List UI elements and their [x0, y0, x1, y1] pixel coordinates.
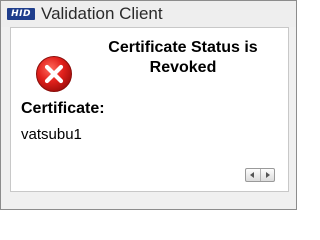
validation-client-window: HID Validation Client Certificate Status…	[0, 0, 297, 210]
window-title: Validation Client	[41, 4, 163, 23]
arrow-left-icon	[250, 172, 254, 178]
certificate-label: Certificate:	[21, 100, 105, 117]
horizontal-scroll-buttons	[245, 168, 275, 182]
scroll-left-button[interactable]	[246, 169, 260, 181]
scroll-right-button[interactable]	[259, 169, 275, 181]
dialog-content: Certificate Status is Revoked Certificat…	[10, 27, 289, 192]
title-bar: HID Validation Client	[1, 1, 296, 27]
status-heading: Certificate Status is Revoked	[108, 39, 258, 76]
hid-logo: HID	[7, 8, 35, 20]
hid-logo-text: HID	[11, 9, 31, 19]
arrow-right-icon	[265, 172, 270, 178]
certificate-value: vatsubu1	[21, 126, 82, 143]
error-icon	[36, 56, 72, 92]
